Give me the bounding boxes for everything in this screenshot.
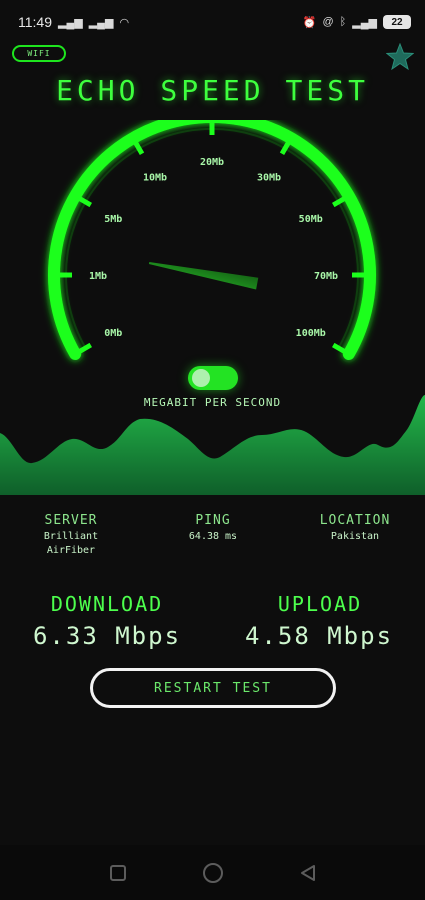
gauge-tick-mark [331,195,347,208]
battery-indicator: 22 [383,15,411,29]
wave-area [0,395,425,495]
network-type-chip[interactable]: WIFI [12,45,66,62]
star-icon [386,43,414,71]
unit-toggle[interactable] [188,366,238,390]
gauge-tick-label: 10Mb [143,172,167,183]
at-icon: @ [322,16,334,28]
ping-label: PING [195,513,231,528]
server-name-line2: AirFiber [46,545,96,556]
gauge-tick-label: 50Mb [299,214,323,225]
upload-value: 4.58 Mbps [244,622,394,650]
download-value: 6.33 Mbps [32,622,182,650]
alarm-icon: ⏰ [302,16,317,29]
location-value: Pakistan [330,531,380,542]
ping-info: PING 64.38 ms [143,513,283,544]
back-button[interactable] [294,859,322,887]
bluetooth-icon: ᛒ [339,16,347,28]
gauge-tick-label: 70Mb [314,271,338,282]
gauge-tick-mark [331,342,347,355]
rate-button[interactable] [385,42,415,72]
upload-label: UPLOAD [277,592,363,616]
gauge-arc [48,120,376,360]
download-label: DOWNLOAD [50,592,164,616]
gauge-tick-mark [77,195,93,208]
gauge-tick-label: 30Mb [257,172,281,183]
server-info: SERVER Brilliant AirFiber [1,513,141,558]
system-nav-bar [0,845,425,900]
recent-apps-button[interactable] [104,859,132,887]
server-value: Brilliant AirFiber [1,530,141,558]
back-icon [300,864,315,881]
home-icon [202,862,223,883]
status-bar: 11:49 ▂▄▆ ▂▄▆ ◠ ⏰ @ ᛒ ▂▄▆ 22 [0,0,425,44]
signal-icon: ▂▄▆ [58,16,83,29]
ping-value: 64.38 ms [188,531,238,542]
home-button[interactable] [199,859,227,887]
speed-wave-graph [0,395,425,495]
gauge-tick-mark [279,140,292,156]
wifi-icon: ◠ [119,16,130,29]
gauge-tick-mark [132,140,145,156]
restart-test-button[interactable]: RESTART TEST [90,668,336,708]
gauge-tick-label: 0Mb [104,328,122,339]
toggle-knob[interactable] [192,369,210,387]
gauge-tick-label: 5Mb [104,214,122,225]
gauge-tick-label: 20Mb [200,157,224,168]
signal-icon: ▂▄▆ [88,16,114,29]
server-label: SERVER [44,513,98,528]
gauge-tick-label: 1Mb [89,271,107,282]
location-info: LOCATION Pakistan [285,513,425,544]
status-time: 11:49 [18,14,52,30]
recent-apps-icon [109,864,126,881]
gauge-tick-label: 100Mb [296,328,326,339]
gauge-tick-mark [77,342,93,355]
server-name-line1: Brilliant [43,531,99,542]
location-label: LOCATION [319,513,391,528]
signal-icon: ▂▄▆ [352,16,377,29]
gauge-needle [148,262,259,290]
app-title: ECHO SPEED TEST [56,74,369,107]
